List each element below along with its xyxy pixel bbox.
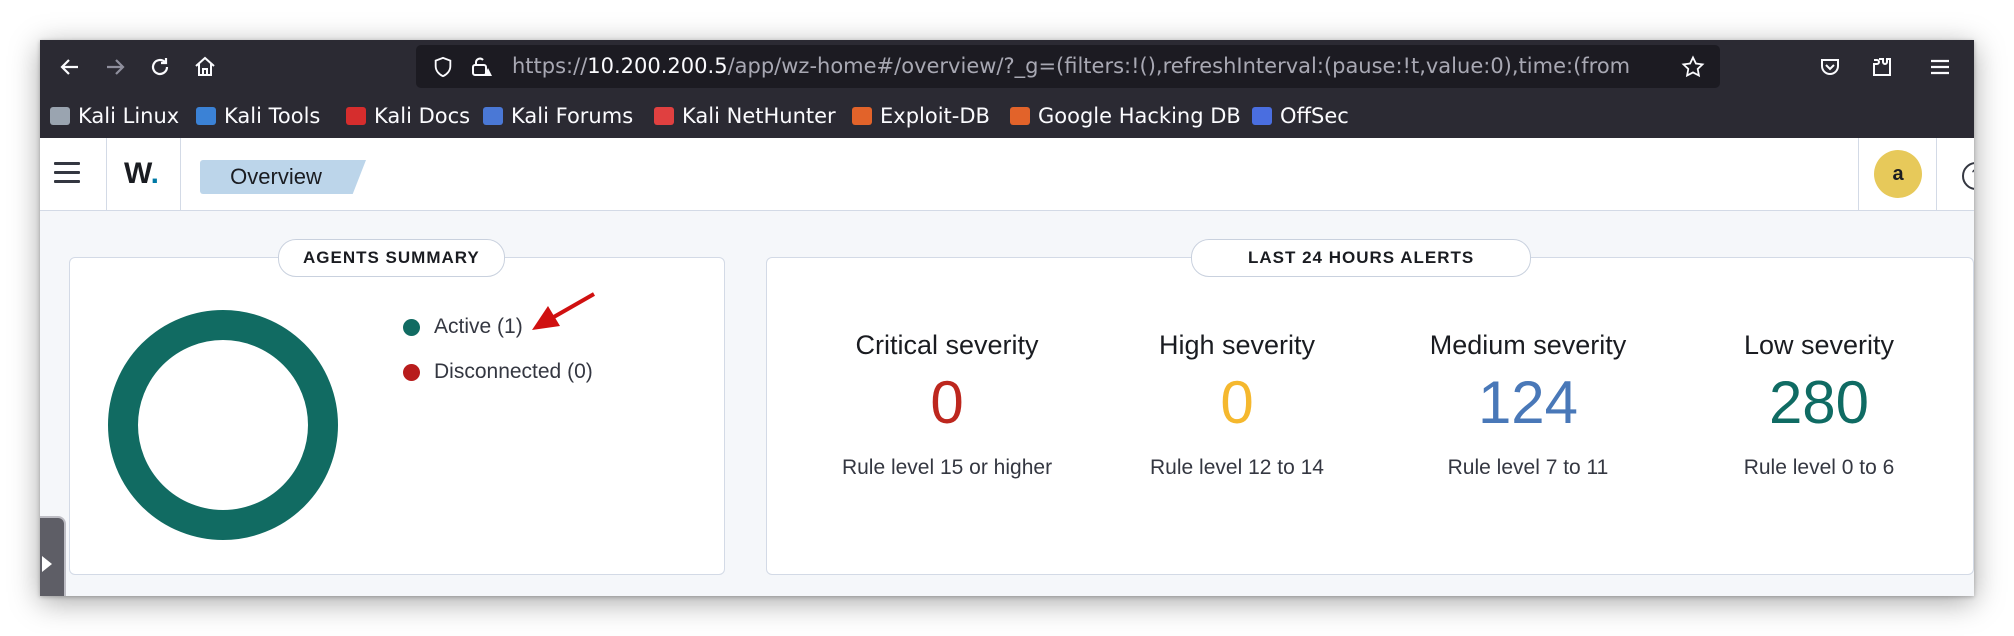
bookmark-kali-tools[interactable]: Kali Tools [196, 93, 320, 138]
menu-icon [1931, 59, 1949, 75]
bookmark-kali-forums[interactable]: Kali Forums [483, 93, 633, 138]
kali-tools-icon [196, 106, 216, 125]
bookmark-label: Kali Docs [374, 103, 471, 128]
bookmark-google-hacking-db[interactable]: Google Hacking DB [1010, 93, 1241, 138]
app-logo[interactable]: W. [124, 152, 159, 196]
extensions-icon [1873, 58, 1891, 76]
url-prefix: https:// [512, 54, 588, 78]
hamburger-line [54, 171, 80, 174]
alerts-panel: LAST 24 HOURS ALERTS Critical severity 0… [766, 239, 1974, 575]
severity-value: 280 [1768, 369, 1870, 436]
bookmark-label: OffSec [1280, 103, 1349, 128]
star-icon[interactable] [1676, 45, 1710, 88]
severity-value: 0 [930, 369, 964, 436]
reload-icon [151, 58, 169, 76]
alerts-title: LAST 24 HOURS ALERTS [1191, 239, 1532, 277]
browser-toolbar: https://10.200.200.5/app/wz-home#/overvi… [40, 40, 1974, 93]
arrow-right-icon [107, 59, 125, 75]
extensions-button[interactable] [1862, 47, 1902, 87]
shield-icon[interactable] [426, 45, 460, 88]
severity-title: High severity [1158, 330, 1316, 360]
legend-active[interactable]: Active (1) [403, 315, 523, 339]
breadcrumb-overview: Overview [230, 164, 322, 189]
logo-dot: . [150, 157, 160, 190]
bookmarks-toolbar: Kali Linux Kali Tools Kali Docs Kali For… [40, 93, 1974, 138]
bookmark-label: Kali Tools [224, 103, 321, 128]
bookmark-kali-docs[interactable]: Kali Docs [346, 93, 470, 138]
divider [1858, 138, 1859, 210]
back-button[interactable] [50, 47, 90, 87]
pocket-icon [1821, 59, 1839, 75]
bookmark-label: Kali Linux [78, 103, 180, 128]
bookmark-kali-nethunter[interactable]: Kali NetHunter [654, 93, 836, 138]
severity-subtitle: Rule level 15 or higher [841, 456, 1053, 479]
bookmark-label: Kali NetHunter [682, 103, 836, 128]
severity-subtitle: Rule level 7 to 11 [1447, 456, 1609, 479]
avatar[interactable]: a [1874, 150, 1922, 198]
divider [106, 138, 107, 210]
arrow-left-icon [60, 59, 78, 75]
logo-text: W [124, 157, 151, 190]
side-menu-toggle[interactable] [54, 162, 84, 186]
severity-title: Medium severity [1429, 330, 1627, 360]
agents-donut-chart[interactable] [106, 308, 340, 542]
url-bar[interactable]: https://10.200.200.5/app/wz-home#/overvi… [416, 45, 1720, 88]
url-host: 10.200.200.5 [587, 54, 728, 78]
disconnected-dot-icon [403, 363, 420, 381]
google-hacking-db-icon [1010, 106, 1030, 125]
help-glyph: ? [1972, 167, 1974, 184]
severity-title: Low severity [1743, 330, 1895, 360]
hamburger-line [54, 180, 80, 183]
lock-icon[interactable] [464, 45, 498, 88]
home-button[interactable] [185, 47, 225, 87]
hamburger-line [54, 162, 80, 165]
app-menu-button[interactable] [1920, 47, 1960, 87]
legend-disconnected[interactable]: Disconnected (0) [403, 360, 593, 384]
expand-icon [42, 556, 52, 572]
legend-disconnected-label: Disconnected (0) [434, 360, 593, 383]
agents-summary-panel: AGENTS SUMMARY Active (1) Disconnected (… [69, 239, 725, 575]
breadcrumb[interactable]: Overview [200, 160, 366, 194]
kali-nethunter-icon [654, 106, 674, 125]
active-dot-icon [403, 318, 420, 336]
agents-summary-title: AGENTS SUMMARY [278, 239, 505, 277]
home-icon [195, 56, 215, 76]
help-icon[interactable]: ? [1962, 162, 1974, 190]
annotation-arrow [532, 292, 595, 330]
bookmark-label: Kali Forums [511, 103, 634, 128]
browser-window: https://10.200.200.5/app/wz-home#/overvi… [40, 40, 1974, 596]
exploit-db-icon [852, 106, 872, 125]
donut-active-segment[interactable] [108, 310, 338, 540]
severity-value: 124 [1477, 369, 1579, 436]
bookmark-kali-linux[interactable]: Kali Linux [50, 93, 179, 138]
severity-value: 0 [1220, 369, 1254, 436]
url-path: /app/wz-home#/overview/?_g=(filters:!(),… [727, 54, 1632, 78]
kali-linux-icon [50, 106, 70, 125]
divider [180, 138, 181, 210]
severity-subtitle: Rule level 0 to 6 [1743, 456, 1895, 479]
avatar-initial: a [1892, 162, 1904, 185]
dashboard-content: AGENTS SUMMARY Active (1) Disconnected (… [40, 211, 1974, 596]
severity-title: Critical severity [855, 330, 1039, 360]
kali-docs-icon [346, 106, 366, 125]
app-header: W. Overview a ? [40, 138, 1974, 211]
bookmark-label: Google Hacking DB [1038, 103, 1241, 128]
reload-button[interactable] [140, 47, 180, 87]
url-text[interactable]: https://10.200.200.5/app/wz-home#/overvi… [512, 45, 1632, 88]
kali-forums-icon [483, 106, 503, 125]
legend-active-label: Active (1) [434, 315, 523, 338]
pocket-button[interactable] [1810, 47, 1850, 87]
severity-subtitle: Rule level 12 to 14 [1150, 456, 1324, 479]
divider [1936, 138, 1937, 210]
offsec-icon [1252, 106, 1272, 125]
side-drawer-tab[interactable] [40, 516, 66, 596]
bookmark-label: Exploit-DB [880, 103, 990, 128]
bookmark-offsec[interactable]: OffSec [1252, 93, 1349, 138]
forward-button[interactable] [95, 47, 135, 87]
bookmark-exploit-db[interactable]: Exploit-DB [852, 93, 990, 138]
